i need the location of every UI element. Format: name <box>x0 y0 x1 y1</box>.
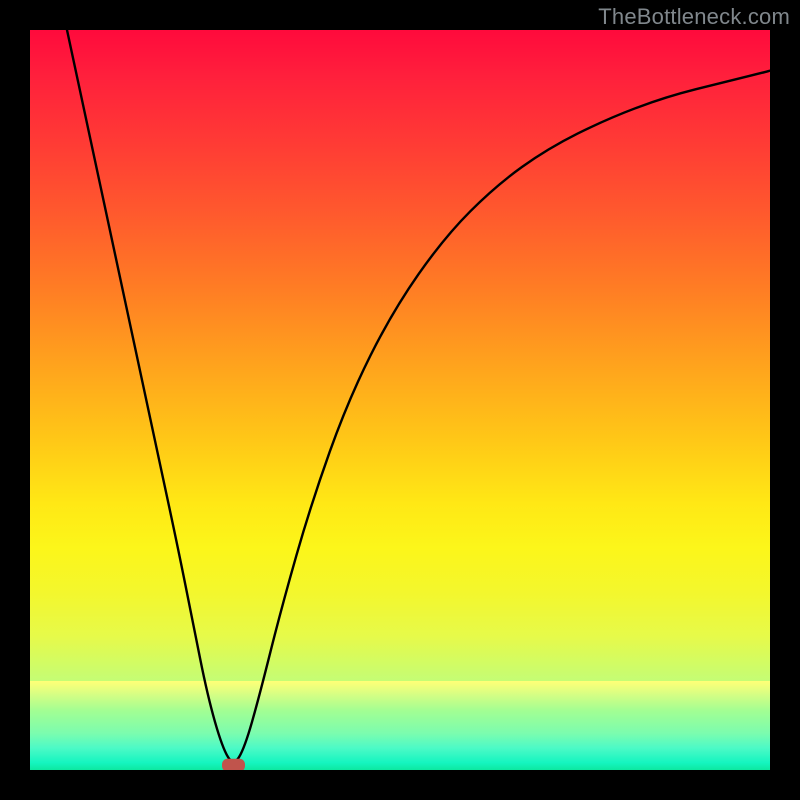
minimum-marker <box>223 759 245 770</box>
chart-container: TheBottleneck.com <box>0 0 800 800</box>
watermark-text: TheBottleneck.com <box>598 4 790 30</box>
plot-area <box>30 30 770 770</box>
curve-svg <box>30 30 770 770</box>
bottleneck-curve <box>67 30 770 762</box>
